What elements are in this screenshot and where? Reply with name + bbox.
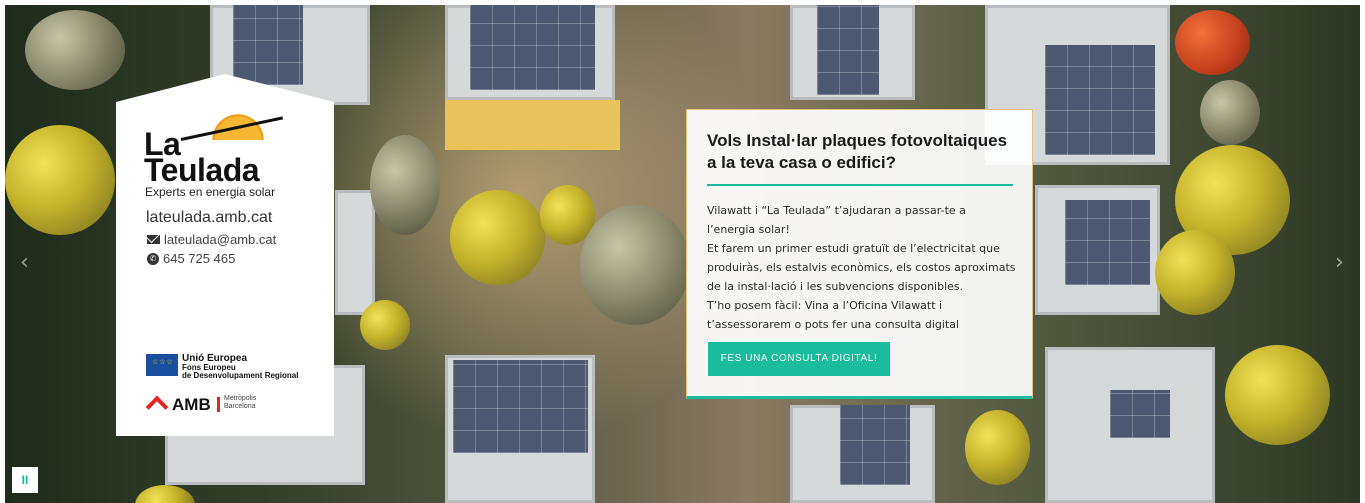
eu-subtitle-line2: de Desenvolupament Regional — [182, 371, 299, 380]
title-divider — [707, 184, 1013, 186]
tree — [5, 125, 115, 235]
amb-separator — [217, 397, 220, 412]
info-title: Vols Instal·lar plaques fotovoltaiques a… — [707, 131, 1008, 172]
mail-icon — [147, 235, 160, 244]
logo-text-teulada: Teulada — [144, 152, 260, 188]
tree — [580, 205, 690, 325]
info-card: Vols Instal·lar plaques fotovoltaiques a… — [686, 109, 1033, 399]
house-facade — [445, 100, 620, 150]
solar-panels — [470, 5, 595, 90]
tree — [1200, 80, 1260, 145]
solar-panels — [1110, 390, 1170, 438]
digital-consultation-button[interactable]: FES UNA CONSULTA DIGITAL! — [708, 342, 890, 376]
info-body: Vilawatt i “La Teulada” t’ajudaran a pas… — [707, 201, 1017, 334]
phone-text: 645 725 465 — [163, 251, 236, 266]
logo-tagline: Experts en energia solar — [145, 185, 276, 199]
info-paragraph: Vilawatt i “La Teulada” t’ajudaran a pas… — [707, 204, 966, 236]
eu-subtitle: Fons Europeu de Desenvolupament Regional — [182, 364, 298, 380]
amb-subtitle-line1: Metròpolis — [224, 395, 257, 402]
tree — [370, 135, 440, 235]
tree — [1225, 345, 1330, 445]
email-contact[interactable]: lateulada@amb.cat — [147, 232, 276, 247]
phone-contact[interactable]: ✆ 645 725 465 — [147, 251, 235, 266]
email-text: lateulada@amb.cat — [164, 232, 277, 247]
eu-flag-icon — [146, 354, 178, 376]
amb-logo-icon — [147, 395, 167, 415]
solar-panels — [1045, 45, 1155, 155]
house-roof — [335, 190, 375, 315]
amb-subtitle-line2: Barcelona — [224, 403, 256, 410]
chevron-left-icon: ‹ — [20, 250, 29, 275]
solar-panels — [233, 5, 303, 85]
brand-card: La Teulada Experts en energia solar late… — [116, 74, 334, 436]
website-link[interactable]: lateulada.amb.cat — [146, 209, 272, 227]
slider-next-arrow[interactable]: › — [1335, 250, 1344, 275]
tree — [25, 10, 125, 90]
info-paragraph: T’ho posem fàcil: Vina a l’Oficina Vilaw… — [707, 299, 960, 331]
amb-subtitle: Metròpolis Barcelona — [224, 395, 256, 411]
solar-panels — [817, 5, 879, 95]
tree — [1155, 230, 1235, 315]
whatsapp-icon: ✆ — [147, 252, 159, 265]
amb-name: AMB — [172, 395, 211, 414]
chevron-right-icon: › — [1335, 250, 1344, 275]
tree — [1175, 10, 1250, 75]
tree — [450, 190, 545, 285]
pause-icon: II — [21, 473, 29, 487]
info-paragraph: Et farem un primer estudi gratuït de l’e… — [707, 242, 1016, 293]
solar-panels — [1065, 200, 1150, 285]
tree — [135, 485, 195, 503]
solar-panels — [453, 360, 588, 453]
tree — [360, 300, 410, 350]
tree — [965, 410, 1030, 485]
slider-pause-button[interactable]: II — [12, 467, 38, 493]
solar-panels — [840, 405, 910, 485]
slider-prev-arrow[interactable]: ‹ — [20, 250, 29, 275]
